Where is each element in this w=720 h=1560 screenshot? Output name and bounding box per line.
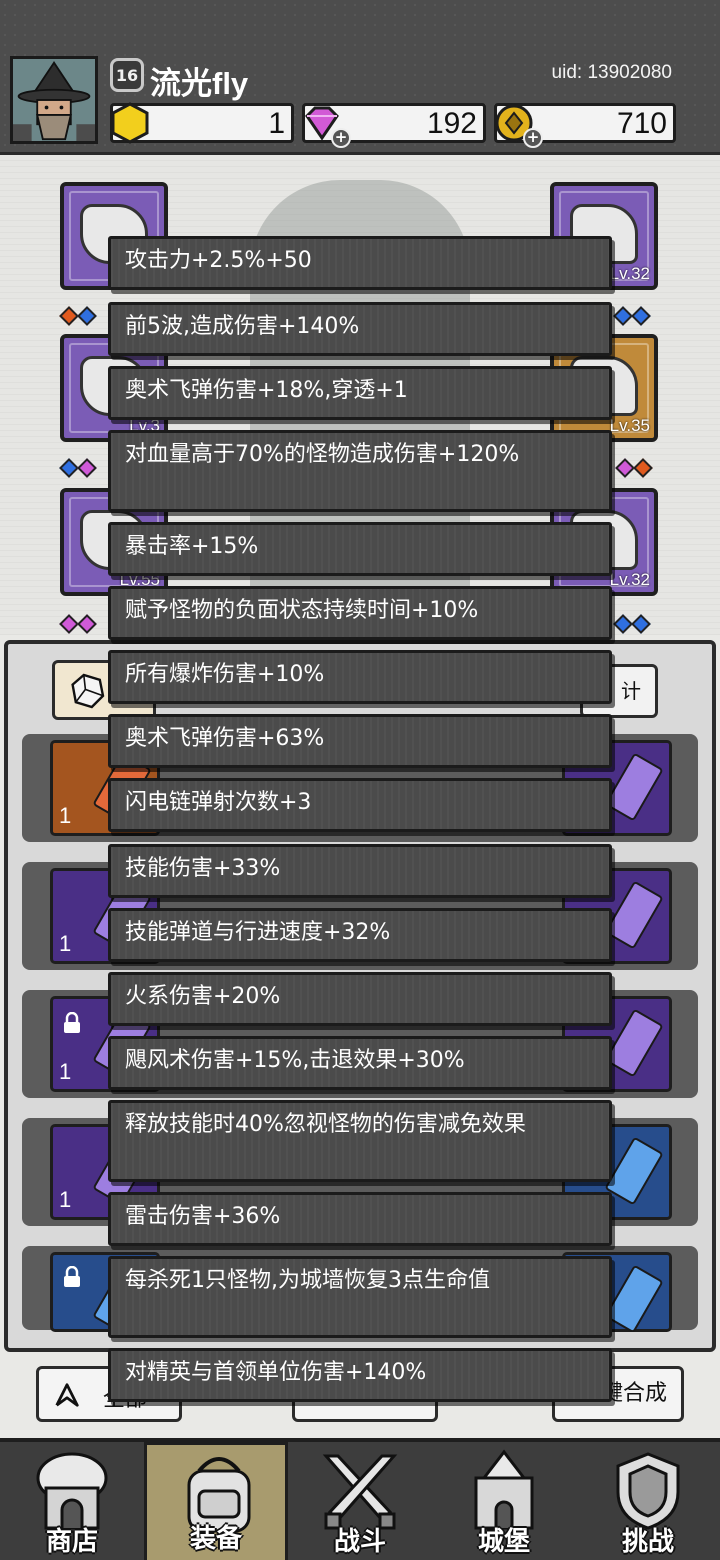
nav-challenge-label: 挑战 bbox=[621, 1527, 674, 1557]
slot-level: Lv.35 bbox=[609, 416, 650, 435]
gem-sockets bbox=[59, 458, 97, 478]
player-level-badge: 16 bbox=[110, 58, 144, 92]
lock-icon bbox=[64, 1012, 80, 1033]
coin-currency: + 710 bbox=[494, 103, 676, 148]
coin-value: 710 bbox=[616, 107, 667, 140]
player-avatar[interactable] bbox=[10, 56, 98, 144]
attribute-line: 前5波,造成伤害+140% bbox=[108, 302, 612, 356]
crossed-swords-icon bbox=[322, 1454, 398, 1530]
add-diamond-button[interactable]: + bbox=[331, 128, 351, 148]
nav-castle[interactable]: 城堡 bbox=[432, 1442, 576, 1560]
nav-castle-label: 城堡 bbox=[477, 1527, 530, 1557]
challenge-shield-icon bbox=[616, 1452, 680, 1530]
attribute-line: 攻击力+2.5%+50 bbox=[108, 236, 612, 290]
attribute-line: 对血量高于70%的怪物造成伤害+120% bbox=[108, 430, 612, 512]
attribute-line: 暴击率+15% bbox=[108, 522, 612, 576]
gold-currency: 1 bbox=[110, 102, 294, 144]
slot-level: Lv.32 bbox=[609, 570, 650, 589]
up-arrow-icon bbox=[55, 1383, 79, 1407]
attribute-line: 每杀死1只怪物,为城墙恢复3点生命值 bbox=[108, 1256, 612, 1338]
gem-sockets bbox=[59, 306, 97, 326]
nav-shop[interactable]: 商店 bbox=[0, 1442, 144, 1560]
nav-challenge[interactable]: 挑战 bbox=[576, 1442, 720, 1560]
attribute-line: 对精英与首领单位伤害+140% bbox=[108, 1348, 612, 1402]
lock-icon bbox=[64, 1266, 80, 1287]
slot-level: Lv.32 bbox=[609, 264, 650, 283]
attribute-line: 飓风术伤害+15%,击退效果+30% bbox=[108, 1036, 612, 1090]
gold-value: 1 bbox=[268, 107, 285, 140]
attribute-line: 赋予怪物的负面状态持续时间+10% bbox=[108, 586, 612, 640]
attribute-line: 技能弹道与行进速度+32% bbox=[108, 908, 612, 962]
add-coin-button[interactable]: + bbox=[523, 128, 543, 148]
castle-icon bbox=[474, 1449, 534, 1530]
nav-battle-label: 战斗 bbox=[333, 1527, 386, 1557]
gem-sockets bbox=[613, 306, 651, 326]
player-uid: uid: 13902080 bbox=[551, 62, 672, 83]
player-name: 流光fly bbox=[150, 66, 249, 101]
attribute-line: 技能伤害+33% bbox=[108, 844, 612, 898]
nav-shop-label: 商店 bbox=[45, 1527, 98, 1557]
shop-icon bbox=[36, 1452, 108, 1530]
attribute-line: 奥术飞弹伤害+18%,穿透+1 bbox=[108, 366, 612, 420]
diamond-value: 192 bbox=[426, 107, 477, 140]
gem-sockets bbox=[615, 458, 653, 478]
attribute-line: 火系伤害+20% bbox=[108, 972, 612, 1026]
top-bar: 16 流光fly uid: 13902080 1 + 192 + 710 bbox=[0, 0, 720, 155]
attribute-line: 闪电链弹射次数+3 bbox=[108, 778, 612, 832]
nav-equipment[interactable]: 装备 bbox=[144, 1442, 288, 1560]
nav-equipment-label: 装备 bbox=[189, 1524, 242, 1554]
wizard-avatar-icon bbox=[13, 59, 95, 141]
stone-icon bbox=[71, 673, 105, 709]
nav-battle[interactable]: 战斗 bbox=[288, 1442, 432, 1560]
attribute-line: 释放技能时40%忽视怪物的伤害减免效果 bbox=[108, 1100, 612, 1182]
gem-sockets bbox=[59, 614, 97, 634]
diamond-currency: + 192 bbox=[302, 103, 486, 148]
attribute-line: 奥术飞弹伤害+63% bbox=[108, 714, 612, 768]
bottom-nav: 商店 装备 战斗 城堡 挑战 bbox=[0, 1438, 720, 1560]
gem-sockets bbox=[613, 614, 651, 634]
gold-hexagon-icon bbox=[111, 102, 149, 144]
attribute-line: 雷击伤害+36% bbox=[108, 1192, 612, 1246]
attribute-line: 所有爆炸伤害+10% bbox=[108, 650, 612, 704]
